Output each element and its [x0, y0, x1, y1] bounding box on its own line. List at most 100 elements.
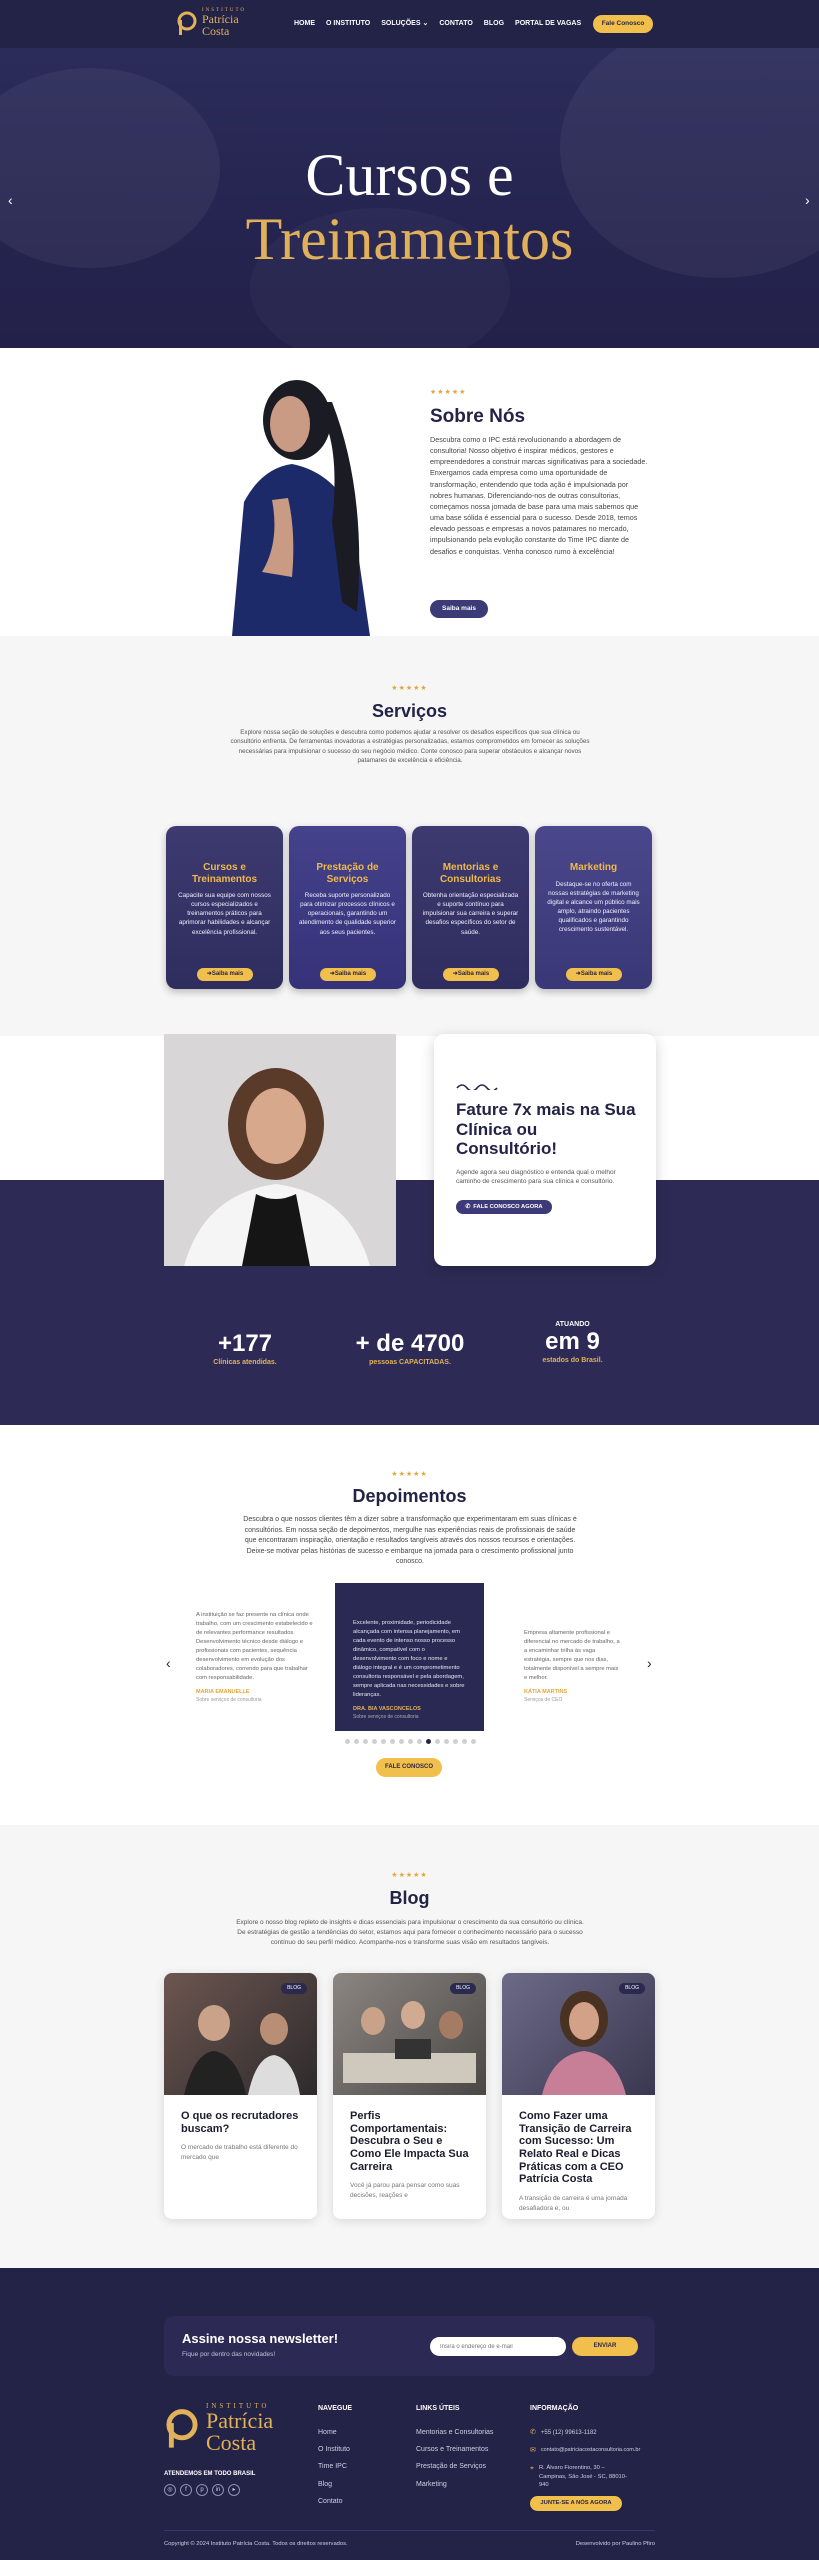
- pagination-dot[interactable]: [380, 1739, 386, 1744]
- blog-card-title[interactable]: O que os recrutadores buscam?: [164, 2095, 317, 2135]
- footer-email[interactable]: ✉ contato@patriciacostaconsultoria.com.br: [530, 2446, 670, 2456]
- blog-text: Explore o nosso blog repleto de insights…: [236, 1919, 584, 1946]
- facebook-icon[interactable]: f: [180, 2484, 192, 2496]
- pagination-dot[interactable]: [434, 1739, 440, 1744]
- service-card-more-button[interactable]: ➜ Saiba mais: [197, 968, 253, 981]
- logo-icon: [166, 2409, 198, 2448]
- service-card-marketing[interactable]: Marketing Destaque-se no oferta com noss…: [535, 826, 652, 989]
- newsletter-title: Assine nossa newsletter!: [182, 2331, 339, 2346]
- about-more-button[interactable]: Saiba mais: [430, 600, 488, 618]
- service-card-title: Prestação de Serviços: [316, 862, 379, 885]
- pagination-dot[interactable]: [362, 1739, 368, 1744]
- stat-pessoas: + de 4700 pessoas CAPACITADAS.: [330, 1332, 490, 1368]
- phone-icon: ✆: [530, 2429, 536, 2437]
- service-card-more-button[interactable]: ➜ Saiba mais: [443, 968, 499, 981]
- stat-label: estados do Brasil.: [542, 1357, 603, 1365]
- newsletter-subtitle: Fique por dentro das novidades!: [182, 2351, 276, 2358]
- pagination-dot[interactable]: [443, 1739, 449, 1744]
- youtube-icon[interactable]: ▸: [228, 2484, 240, 2496]
- footer-links: LINKS ÚTEIS Mentorias e Consultorias Cur…: [416, 2404, 493, 2490]
- blog-card[interactable]: BLOG O que os recrutadores buscam? O mer…: [164, 1973, 317, 2219]
- service-card-more-button[interactable]: ➜ Saiba mais: [566, 968, 622, 981]
- service-card-mentorias[interactable]: Mentorias e Consultorias Obtenha orienta…: [412, 826, 529, 989]
- pagination-dot[interactable]: [470, 1739, 476, 1744]
- blog-card-excerpt: A transição de carreira é uma jornada de…: [519, 2194, 628, 2212]
- pagination-dot[interactable]: [452, 1739, 458, 1744]
- service-card-prestacao[interactable]: Prestação de Serviços Receba suporte per…: [289, 826, 406, 989]
- blog-card-title[interactable]: Como Fazer uma Transição de Carreira com…: [502, 2095, 655, 2186]
- pagination-dot[interactable]: [353, 1739, 359, 1744]
- footer-address-text: R. Álvaro Fiorentino, 30 – Campinas, São…: [538, 2465, 627, 2489]
- footer-join-button[interactable]: JUNTE-SE A NÓS AGORA: [530, 2495, 622, 2511]
- cta-card: Fature 7x mais na Sua Clínica ou Consult…: [434, 1034, 656, 1266]
- testimonials-contact-button[interactable]: FALE CONOSCO: [376, 1758, 442, 1777]
- service-card-more-label: Saiba mais: [211, 971, 244, 978]
- stat-value: + de 4700: [355, 1330, 465, 1357]
- nav-home[interactable]: HOME: [294, 19, 315, 29]
- testimonial-prev-arrow-icon[interactable]: ‹: [166, 1653, 171, 1673]
- nav-solucoes[interactable]: SOLUÇÕES ⌄: [381, 19, 428, 29]
- blog-card-tag: BLOG: [450, 1983, 476, 1995]
- instagram-icon[interactable]: ◎: [164, 2484, 176, 2496]
- service-card-cursos[interactable]: Cursos e Treinamentos Capacite sua equip…: [166, 826, 283, 989]
- footer-tagline: ATENDEMOS EM TODO BRASIL: [164, 2471, 256, 2477]
- footer-nav-contato[interactable]: Contato: [318, 2497, 352, 2507]
- about-portrait: [232, 380, 370, 636]
- pagination-dot[interactable]: [407, 1739, 413, 1744]
- footer-logo[interactable]: INSTITUTO Patrícia Costa: [164, 2402, 273, 2454]
- newsletter-box: Assine nossa newsletter! Fique por dentr…: [164, 2316, 655, 2376]
- footer-link-marketing[interactable]: Marketing: [416, 2480, 493, 2490]
- nav-contato[interactable]: CONTATO: [439, 19, 472, 29]
- blog-card[interactable]: BLOG Perfis Comportamentais: Descubra o …: [333, 1973, 486, 2219]
- pagination-dot[interactable]: [416, 1739, 422, 1744]
- linkedin-icon[interactable]: in: [212, 2484, 224, 2496]
- blog-card[interactable]: BLOG Como Fazer uma Transição de Carreir…: [502, 1973, 655, 2219]
- footer-link-cursos[interactable]: Cursos e Treinamentos: [416, 2445, 493, 2455]
- testimonial-item: Empresa altamente profissional e diferen…: [524, 1629, 620, 1719]
- footer-info-title: INFORMAÇÃO: [530, 2405, 579, 2412]
- cta-contact-button[interactable]: ✆ FALE CONOSCO AGORA: [456, 1200, 552, 1214]
- footer-nav-time[interactable]: Time IPC: [318, 2462, 352, 2472]
- testimonial-next-arrow-icon[interactable]: ›: [647, 1653, 652, 1673]
- blog-card-excerpt: Você já parou para pensar como suas deci…: [350, 2182, 460, 2199]
- nav-blog[interactable]: BLOG: [484, 19, 504, 29]
- site-logo[interactable]: INSTITUTO Patrícia Costa: [176, 8, 246, 37]
- testimonial-text: Empresa altamente profissional e diferen…: [524, 1630, 620, 1681]
- pagination-dot[interactable]: [371, 1739, 377, 1744]
- testimonial-role: Serviços de CEO: [524, 1696, 563, 1703]
- pagination-dot[interactable]: [461, 1739, 467, 1744]
- service-card-text: Capacite sua equipe com nossos cursos es…: [178, 892, 271, 936]
- stats-section: [0, 1180, 819, 1425]
- footer-developer-credit[interactable]: Desenvolvido por Paulino Pfiro: [560, 2540, 655, 2548]
- service-card-more-button[interactable]: ➜ Saiba mais: [320, 968, 376, 981]
- footer-phone[interactable]: ✆ +55 (12) 99613-1182: [530, 2428, 670, 2438]
- about-section: ★★★★★ Sobre Nós Descubra como o IPC está…: [0, 348, 819, 636]
- footer-link-mentorias[interactable]: Mentorias e Consultorias: [416, 2428, 493, 2438]
- newsletter-submit-button[interactable]: ENVIAR: [572, 2337, 638, 2356]
- pagination-dot[interactable]: [389, 1739, 395, 1744]
- footer-nav-instituto[interactable]: O Instituto: [318, 2445, 352, 2455]
- testimonial-role: Sobre serviços de consultoria: [353, 1713, 419, 1720]
- footer-link-prestacao[interactable]: Prestação de Serviços: [416, 2462, 493, 2472]
- newsletter-email-input[interactable]: [430, 2337, 566, 2356]
- about-title: Sobre Nós: [430, 406, 526, 427]
- footer-nav-home[interactable]: Home: [318, 2428, 352, 2438]
- blog-card-title[interactable]: Perfis Comportamentais: Descubra o Seu e…: [333, 2095, 486, 2173]
- pagination-dot[interactable]: [344, 1739, 350, 1744]
- cta-portrait: [164, 1034, 396, 1266]
- pinterest-icon[interactable]: p: [196, 2484, 208, 2496]
- footer-nav-blog[interactable]: Blog: [318, 2480, 352, 2490]
- testimonial-item-active: Excelente, proximidade, periodicidade al…: [335, 1583, 484, 1731]
- stat-estados: ATUANDO em 9 estados do Brasil.: [520, 1320, 625, 1366]
- cta-contact-label: FALE CONOSCO AGORA: [473, 1203, 543, 1210]
- logo-name-2: Costa: [202, 24, 230, 38]
- testimonial-pagination[interactable]: [340, 1739, 480, 1744]
- pagination-dot[interactable]: [398, 1739, 404, 1744]
- nav-instituto[interactable]: O INSTITUTO: [326, 19, 370, 29]
- footer-phone-text: +55 (12) 99613-1182: [540, 2429, 597, 2436]
- hero-title-line2: Treinamentos: [245, 206, 574, 272]
- header-contact-button[interactable]: Fale Conosco: [593, 15, 653, 33]
- footer-logo-name1: Patrícia: [206, 2407, 274, 2433]
- pagination-dot-active[interactable]: [425, 1739, 431, 1744]
- nav-portal-vagas[interactable]: PORTAL DE VAGAS: [515, 19, 581, 29]
